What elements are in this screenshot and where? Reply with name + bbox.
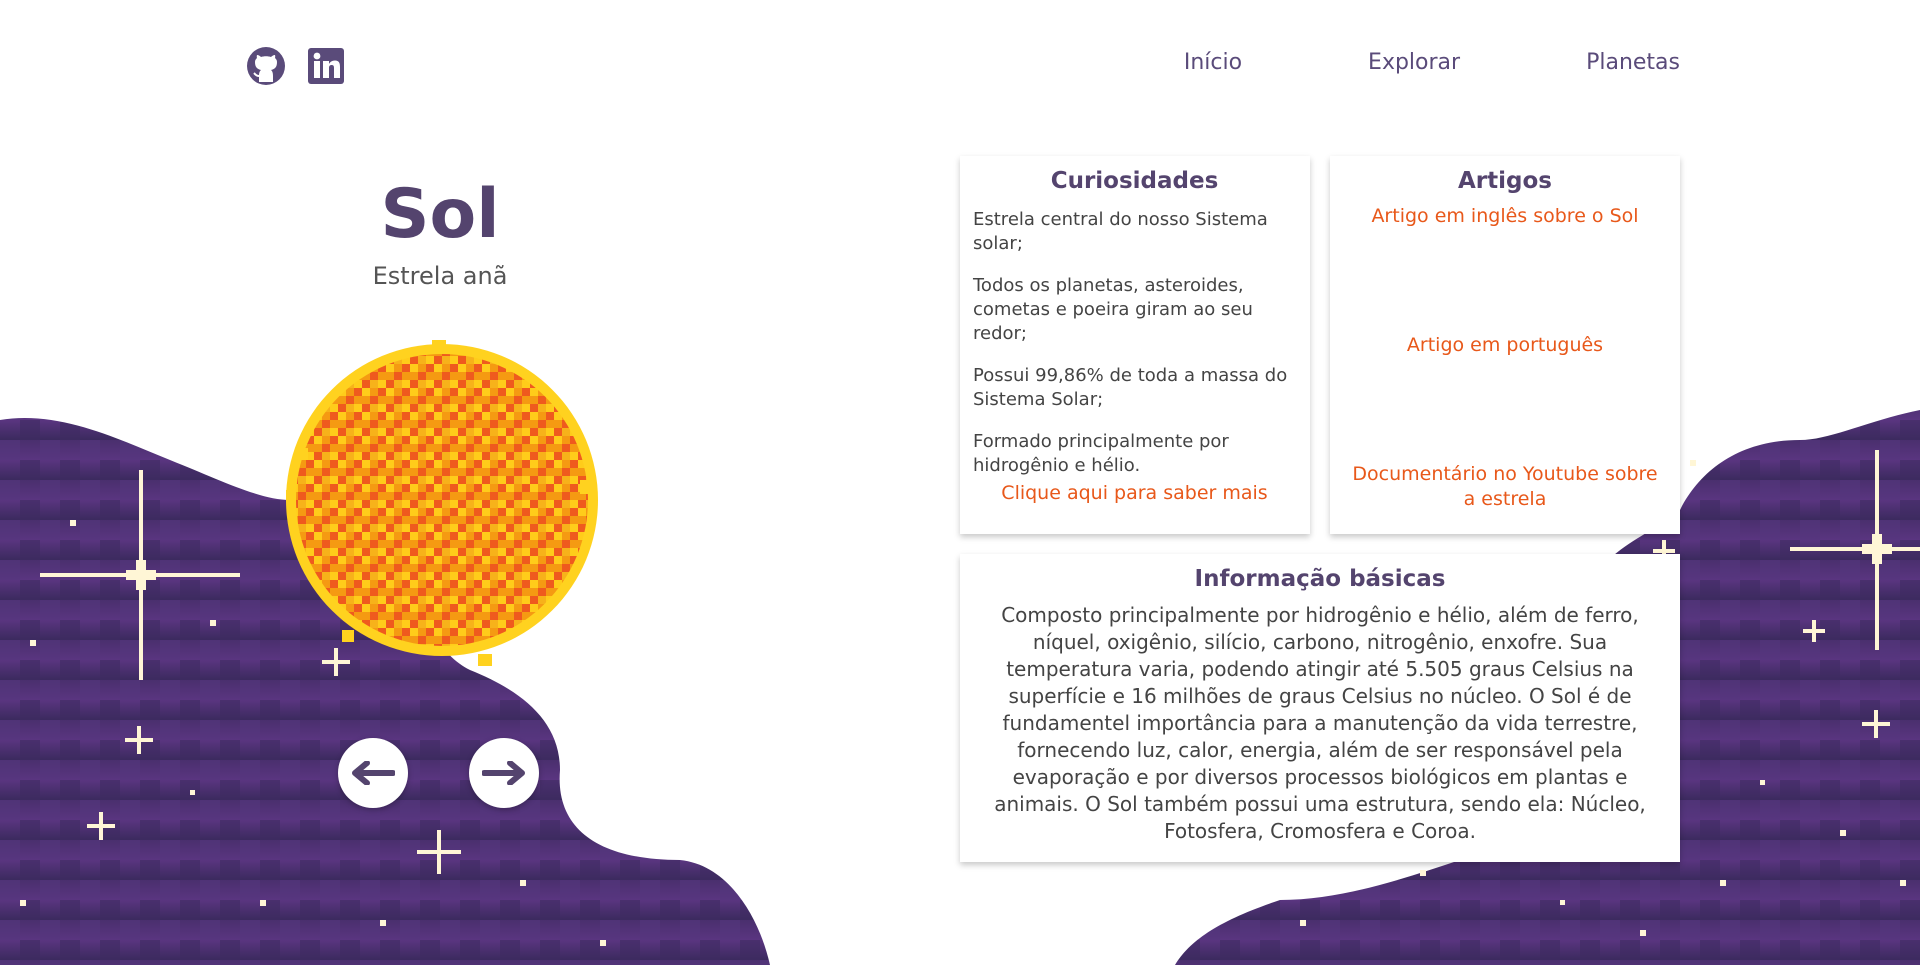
sun-illustration — [286, 340, 598, 666]
artigo-portugues-link[interactable]: Artigo em português — [1344, 333, 1666, 358]
curiosidade-item: Formado principalmente por hidrogênio e … — [973, 431, 1229, 476]
page-subtitle: Estrela anã — [372, 262, 508, 290]
hero: Sol Estrela anã — [300, 170, 580, 290]
informacao-title: Informação básicas — [1194, 566, 1446, 592]
artigos-title: Artigos — [1458, 168, 1552, 194]
prev-button[interactable] — [338, 738, 408, 808]
nav-explorar[interactable]: Explorar — [1368, 50, 1460, 75]
arrow-right-icon — [482, 761, 525, 785]
arrow-left-icon — [352, 761, 395, 785]
curiosidades-title: Curiosidades — [1050, 168, 1219, 194]
curiosidade-item: Possui 99,86% de toda a massa do Sistema… — [973, 365, 1288, 410]
main-nav: Início Explorar Planetas — [1184, 50, 1680, 75]
informacao-text: Composto principalmente por hidrogênio e… — [994, 603, 1646, 843]
artigo-ingles-link[interactable]: Artigo em inglês sobre o Sol — [1344, 204, 1666, 229]
nav-inicio[interactable]: Início — [1184, 50, 1242, 75]
page-title: Sol — [380, 175, 500, 254]
nav-planetas[interactable]: Planetas — [1586, 50, 1680, 75]
social-links — [246, 46, 346, 86]
curiosidade-item: Estrela central do nosso Sistema solar; — [973, 209, 1268, 254]
planet-pager — [338, 738, 539, 808]
informacao-basica-card: Informação básicas Composto principalmen… — [960, 554, 1680, 862]
documentario-youtube-link[interactable]: Documentário no Youtube sobre a estrela — [1344, 462, 1666, 512]
artigos-card: Artigos Artigo em inglês sobre o Sol Art… — [1330, 156, 1680, 534]
header: Início Explorar Planetas — [0, 0, 1920, 130]
curiosidade-item: Todos os planetas, asteroides, cometas e… — [973, 275, 1253, 344]
next-button[interactable] — [469, 738, 539, 808]
saiba-mais-link[interactable]: Clique aqui para saber mais — [973, 482, 1296, 504]
linkedin-icon[interactable] — [306, 46, 346, 86]
github-icon[interactable] — [246, 46, 286, 86]
curiosidades-card: Curiosidades Estrela central do nosso Si… — [960, 156, 1310, 534]
